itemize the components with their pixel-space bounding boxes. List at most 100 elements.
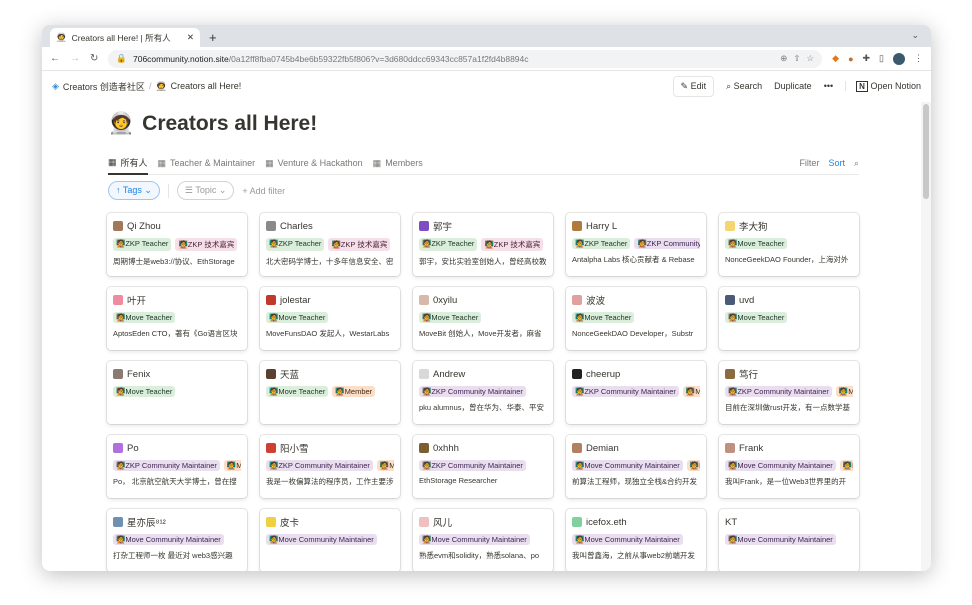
avatar-icon xyxy=(725,369,735,379)
tag-label: Move Teacher xyxy=(125,387,173,396)
duplicate-button[interactable]: Duplicate xyxy=(774,81,812,91)
person-card[interactable]: 笃行 🧑‍🏫ZKP Community Maintainer🧑‍🏫Member 目前… xyxy=(719,361,859,424)
tag-badge: 🧑‍🏫Move Teacher xyxy=(725,238,788,249)
person-card[interactable]: 叶开 🧑‍🏫Move Teacher AptosEden CTO，著有《Go语言区块 xyxy=(107,287,247,350)
person-card[interactable]: Po 🧑‍🏫ZKP Community Maintainer🧑‍🏫Member Po… xyxy=(107,435,247,498)
card-title: 波波 xyxy=(572,294,700,307)
tab-teacher-maintainer[interactable]: ▦ Teacher & Maintainer xyxy=(158,152,256,175)
person-description: pku alumnus，曾在华为、华泰、平安 xyxy=(419,403,545,412)
more-button[interactable]: ••• xyxy=(824,81,833,91)
reload-icon[interactable]: ↻ xyxy=(90,53,98,64)
card-title: 叶开 xyxy=(113,294,241,307)
topic-filter-pill[interactable]: ☰ Topic ⌄ xyxy=(176,181,235,200)
person-card[interactable]: icefox.eth 🧑‍🏫Move Community Maintainer 我叫… xyxy=(566,509,706,571)
person-card[interactable]: 郭宇 🧑‍🏫ZKP Teacher 🧑‍🏫ZKP 技术嘉宾 郭宇，安比实验室创始人，曾… xyxy=(413,213,553,276)
person-card[interactable]: Harry L 🧑‍🏫ZKP Teacher🧑‍🏫ZKP Community Ma… xyxy=(566,213,706,276)
card-title: 风儿 xyxy=(419,516,547,529)
person-card[interactable]: 李大狗 🧑‍🏫Move Teacher NonceGeekDAO Founder，上… xyxy=(719,213,859,276)
tab-label: Venture & Hackathon xyxy=(277,158,363,168)
tab-members[interactable]: ▦ Members xyxy=(373,152,423,175)
person-card[interactable]: 皮卡 🧑‍🏫Move Community Maintainer xyxy=(260,509,400,571)
menu-icon[interactable]: ⋮ xyxy=(914,53,923,64)
person-card[interactable]: Qi Zhou 🧑‍🏫ZKP Teacher 🧑‍🏫ZKP 技术嘉宾 周期博士是web… xyxy=(107,213,247,276)
sort-button[interactable]: Sort xyxy=(828,158,845,169)
metamask-icon[interactable]: ◆ xyxy=(832,53,839,64)
open-notion-button[interactable]: N Open Notion xyxy=(845,81,921,92)
chevron-down-icon[interactable]: ⌄ xyxy=(911,30,919,41)
card-title: 阳小雪 xyxy=(266,442,394,455)
tag-badge: 🧑‍🏫ZKP Community Maintainer xyxy=(419,460,526,471)
browser-tab[interactable]: 🧑‍🚀 Creators all Here! | 所有人 ✕ xyxy=(50,28,200,47)
tag-label: Move Community Maintainer xyxy=(125,535,221,544)
person-card[interactable]: 星亦辰⁸¹² 🧑‍🏫Move Community Maintainer 打杂工程师一… xyxy=(107,509,247,571)
filter-button[interactable]: Filter xyxy=(799,158,819,169)
new-tab-button[interactable]: + xyxy=(209,30,217,45)
tag-label: ZKP Community Maintainer xyxy=(737,387,829,396)
person-card[interactable]: Fenix 🧑‍🏫Move Teacher xyxy=(107,361,247,424)
tag-badge: 🧑‍🏫ZKP Community Maintainer xyxy=(419,386,526,397)
person-card[interactable]: 天蓝 🧑‍🏫Move Teacher 🧑‍🏫Member xyxy=(260,361,400,424)
share-icon[interactable]: ⇧ xyxy=(793,53,800,64)
scrollbar[interactable] xyxy=(921,102,931,571)
search-label: Search xyxy=(733,80,763,91)
person-card[interactable]: Frank 🧑‍🏫Move Community Maintainer🧑‍🏫Memb… xyxy=(719,435,859,498)
person-card[interactable]: KT 🧑‍🏫Move Community Maintainer xyxy=(719,509,859,571)
person-card[interactable]: uvd 🧑‍🏫Move Teacher xyxy=(719,287,859,350)
search-icon[interactable]: ⌕ xyxy=(854,158,859,169)
tab-venture-hackathon[interactable]: ▦ Venture & Hackathon xyxy=(265,152,363,175)
person-card[interactable]: 阳小雪 🧑‍🏫ZKP Community Maintainer🧑‍🏫Member 我… xyxy=(260,435,400,498)
avatar-icon xyxy=(572,369,582,379)
avatar-icon xyxy=(113,517,123,527)
tags-label: Tags xyxy=(122,185,142,195)
tag-list: 🧑‍🏫Move Community Maintainer🧑‍🏫Member xyxy=(572,460,700,471)
page-content: 🧑‍🚀 Creators all Here! ▦ 所有人 ▦ Teacher & Ma… xyxy=(42,102,921,571)
tag-list: 🧑‍🏫ZKP Teacher 🧑‍🏫ZKP 技术嘉宾 xyxy=(266,238,394,251)
person-card[interactable]: Andrew 🧑‍🏫ZKP Community Maintainer pku alu… xyxy=(413,361,553,424)
avatar-icon xyxy=(266,517,276,527)
url-input[interactable]: 🔒 706community.notion.site/0a12ff8fba074… xyxy=(108,49,823,68)
tab-all[interactable]: ▦ 所有人 xyxy=(108,152,148,175)
card-title: 李大狗 xyxy=(725,220,853,233)
person-card[interactable]: 波波 🧑‍🏫Move Teacher NonceGeekDAO Developer，… xyxy=(566,287,706,350)
page-title: 🧑‍🚀 Creators all Here! xyxy=(108,112,317,136)
url-path: /0a12ff8fba0745b4be6b59322fb5f806?v=3d68… xyxy=(228,53,529,64)
search-button[interactable]: ⌕ Search xyxy=(726,81,762,92)
back-icon[interactable]: ← xyxy=(50,53,60,64)
tag-badge: 🧑‍🏫ZKP 技术嘉宾 xyxy=(328,238,391,251)
tag-list: 🧑‍🏫Move Community Maintainer xyxy=(419,534,547,545)
tag-badge: 🧑‍🏫Member xyxy=(835,386,853,397)
person-card[interactable]: cheerup 🧑‍🏫ZKP Community Maintainer🧑‍🏫Mem… xyxy=(566,361,706,424)
person-name: Po xyxy=(127,442,139,454)
person-description: 北大密码学博士，十多年信息安全、密 xyxy=(266,257,394,266)
extension-avatar-icon[interactable]: ● xyxy=(848,54,853,64)
close-icon[interactable]: ✕ xyxy=(187,32,194,43)
topic-label: Topic xyxy=(195,185,217,195)
card-title: Charles xyxy=(266,220,394,232)
sidebar-icon[interactable]: ▯ xyxy=(879,53,884,64)
person-card[interactable]: Demian 🧑‍🏫Move Community Maintainer🧑‍🏫Mem… xyxy=(566,435,706,498)
person-card[interactable]: 0xyilu 🧑‍🏫Move Teacher MoveBit 创始人，Move开发者… xyxy=(413,287,553,350)
browser-window: 🧑‍🚀 Creators all Here! | 所有人 ✕ + ⌄ ← → ↻… xyxy=(42,25,931,571)
forward-icon[interactable]: → xyxy=(70,53,80,64)
star-icon[interactable]: ☆ xyxy=(807,53,815,64)
add-filter-button[interactable]: + Add filter xyxy=(242,186,285,196)
tag-badge: 🧑‍🏫Move Teacher xyxy=(725,312,788,323)
person-card[interactable]: jolestar 🧑‍🏫Move Teacher MoveFunsDAO 发起人，W… xyxy=(260,287,400,350)
person-card[interactable]: Charles 🧑‍🏫ZKP Teacher 🧑‍🏫ZKP 技术嘉宾北大密码学博士，… xyxy=(260,213,400,276)
zoom-icon[interactable]: ⊕ xyxy=(780,53,787,64)
breadcrumb-root[interactable]: Creators 创造者社区 xyxy=(63,80,145,93)
person-card[interactable]: 0xhhh 🧑‍🏫ZKP Community Maintainer EthStora… xyxy=(413,435,553,498)
person-name: Harry L xyxy=(586,220,618,232)
avatar-icon xyxy=(266,221,276,231)
view-tabs: ▦ 所有人 ▦ Teacher & Maintainer ▦ Venture & Ha… xyxy=(108,152,859,175)
tags-sort-pill[interactable]: ↑ Tags ⌄ xyxy=(108,181,160,200)
breadcrumb-page[interactable]: Creators all Here! xyxy=(171,81,242,91)
notion-topbar: ◈ Creators 创造者社区 / 🧑‍🚀 Creators all Here… xyxy=(42,71,931,101)
person-card[interactable]: 风儿 🧑‍🏫Move Community Maintainer 熟悉evm和soli… xyxy=(413,509,553,571)
tag-label: ZKP 技术嘉宾 xyxy=(187,240,235,249)
puzzle-icon[interactable]: ✚ xyxy=(863,53,871,64)
scrollbar-thumb[interactable] xyxy=(923,104,929,199)
edit-button[interactable]: ✎ Edit xyxy=(672,75,715,97)
person-name: 阳小雪 xyxy=(280,444,309,455)
profile-avatar[interactable] xyxy=(893,52,905,65)
